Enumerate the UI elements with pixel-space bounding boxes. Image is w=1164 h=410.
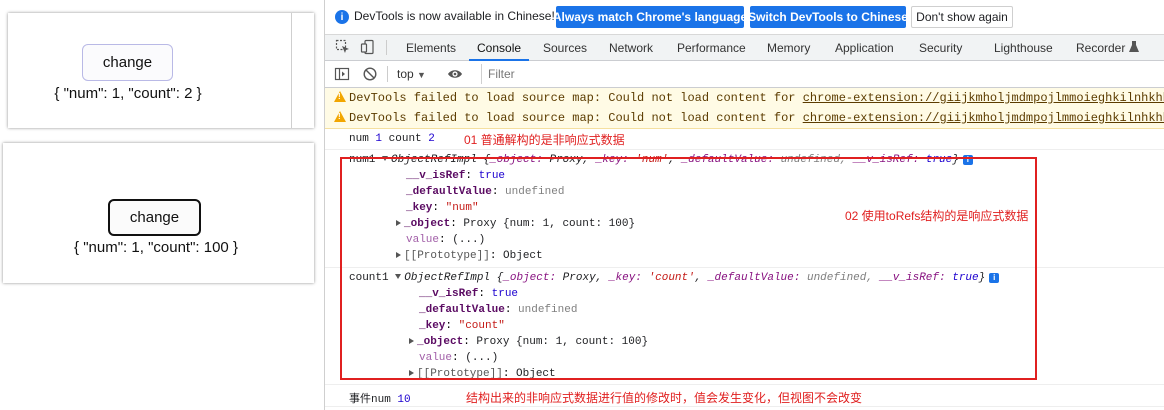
- context-label: top: [397, 67, 414, 81]
- toolbar-divider: [386, 40, 387, 55]
- tab-console[interactable]: Console: [468, 35, 530, 61]
- warning-text: DevTools failed to load source map: Coul…: [349, 111, 803, 125]
- language-infobar: i DevTools is now available in Chinese! …: [325, 0, 1164, 35]
- tab-network[interactable]: Network: [609, 35, 653, 60]
- log-separator: [325, 149, 1164, 150]
- sidebar-toggle-icon[interactable]: [334, 66, 350, 82]
- toolbar-divider: [387, 66, 388, 82]
- change-button-focused[interactable]: change: [108, 199, 201, 236]
- switch-chinese-button[interactable]: Switch DevTools to Chinese: [748, 6, 908, 28]
- flask-icon: [1129, 41, 1139, 52]
- annotation-02: 02 使用toRefs结构的是响应式数据: [845, 209, 1029, 223]
- console-log-num-count: num 1 count 2: [349, 133, 435, 145]
- tab-performance[interactable]: Performance: [677, 35, 746, 60]
- device-toolbar-icon[interactable]: [360, 39, 376, 55]
- tab-sources[interactable]: Sources: [543, 35, 587, 60]
- warning-text: DevTools failed to load source map: Coul…: [349, 91, 803, 105]
- infobar-message: DevTools is now available in Chinese!: [354, 9, 555, 23]
- tab-security[interactable]: Security: [919, 35, 962, 60]
- log-separator: [325, 384, 1164, 385]
- annotation-highlight-box: [340, 157, 1037, 380]
- info-icon: i: [335, 10, 349, 24]
- log-separator: [325, 406, 1164, 407]
- state-text: { "num": 1, "count": 100 }: [74, 239, 238, 256]
- console-log-event: 事件num 10: [349, 394, 411, 406]
- state-text: { "num": 1, "count": 2 }: [54, 85, 202, 102]
- tab-elements[interactable]: Elements: [406, 35, 456, 60]
- clear-console-icon[interactable]: [362, 66, 378, 82]
- console-toolbar: top ▼ Filter: [325, 61, 1164, 88]
- devtools-tabbar: Elements Console Sources Network Perform…: [325, 35, 1164, 61]
- divider: [291, 13, 292, 128]
- eye-icon[interactable]: [447, 66, 463, 82]
- tab-recorder[interactable]: Recorder: [1076, 35, 1125, 60]
- warning-message: DevTools failed to load source map: Coul…: [325, 88, 1164, 109]
- context-selector[interactable]: top ▼: [397, 67, 426, 81]
- source-link[interactable]: chrome-extension://giijkmholjmdmpojlmmoi…: [803, 91, 1164, 105]
- tab-lighthouse[interactable]: Lighthouse: [994, 35, 1053, 60]
- warning-icon: [334, 111, 346, 122]
- match-language-button[interactable]: Always match Chrome's language: [553, 6, 747, 28]
- source-link[interactable]: chrome-extension://giijkmholjmdmpojlmmoi…: [803, 111, 1164, 125]
- annotation-01: 01 普通解构的是非响应式数据: [464, 133, 625, 147]
- change-button[interactable]: change: [82, 44, 173, 81]
- app-panel-destructure: change { "num": 1, "count": 2 }: [8, 13, 314, 128]
- dont-show-again-button[interactable]: Don't show again: [911, 6, 1013, 28]
- annotation-03: 结构出来的非响应式数据进行值的修改时，值会发生变化，但视图不会改变: [466, 391, 863, 405]
- dropdown-arrow-icon: ▼: [417, 70, 426, 80]
- tab-memory[interactable]: Memory: [767, 35, 810, 60]
- app-panel-torefs: change { "num": 1, "count": 100 }: [3, 143, 314, 283]
- warning-message: DevTools failed to load source map: Coul…: [325, 108, 1164, 129]
- filter-input[interactable]: Filter: [481, 64, 1161, 84]
- warning-icon: [334, 91, 346, 102]
- inspect-element-icon[interactable]: [335, 39, 351, 55]
- tab-application[interactable]: Application: [835, 35, 894, 60]
